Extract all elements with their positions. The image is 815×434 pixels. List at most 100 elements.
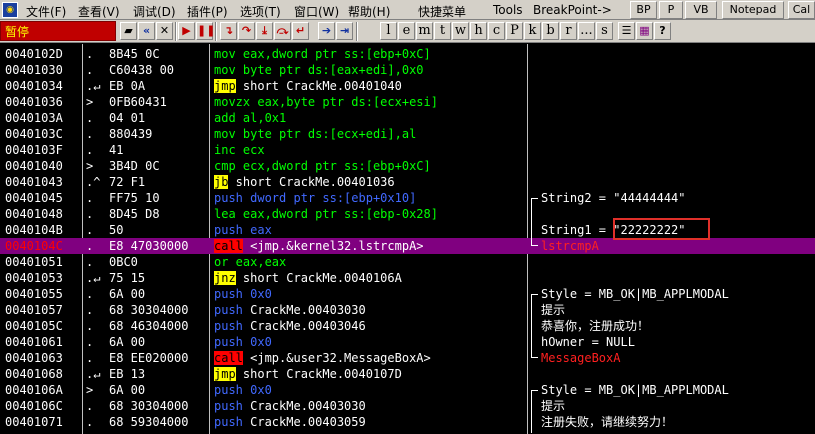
argument-bracket (531, 198, 538, 246)
plugin-button-vb[interactable]: VB (685, 1, 717, 19)
disassembly: call <jmp.&kernel32.lstrcmpA> (214, 238, 424, 254)
memory-map-button[interactable]: m (416, 22, 433, 40)
address: 00401055 (5, 287, 63, 301)
operands: byte ptr ds:[ecx+edi],al (235, 127, 417, 141)
comment: lstrcmpA (541, 239, 599, 253)
plugin-button-p[interactable]: P (659, 1, 683, 19)
run-icon[interactable]: ▶ (178, 22, 195, 40)
menu-file[interactable]: 文件(F) (26, 3, 66, 20)
address: 0040106C (5, 399, 63, 413)
mnemonic: inc (214, 143, 236, 157)
operands: eax,dword ptr ss:[ebp-0x28] (235, 207, 438, 221)
address: 00401030 (5, 63, 63, 77)
breakpoints-button[interactable]: b (542, 22, 559, 40)
help-icon[interactable]: ? (654, 22, 671, 40)
list-icon[interactable]: ☰ (618, 22, 635, 40)
operands: byte ptr ds:[eax+edi],0x0 (235, 63, 424, 77)
close-icon[interactable]: ✕ (156, 22, 173, 40)
comment: 恭喜你，注册成功！ (541, 319, 650, 333)
mnemonic: push (214, 399, 243, 413)
disassembly: push CrackMe.00403030 (214, 302, 366, 318)
hex-bytes: 6A 00 (109, 335, 146, 349)
disassembly: or eax,eax (214, 254, 286, 270)
menu-help[interactable]: 帮助(H) (348, 3, 390, 20)
windows-button[interactable]: w (452, 22, 469, 40)
log-window-button[interactable]: l (380, 22, 397, 40)
execute-till-return-icon[interactable]: ↵ (292, 22, 309, 40)
restart-icon[interactable]: « (138, 22, 155, 40)
instruction-row[interactable]: 00401030. C60438 00 mov byte ptr ds:[eax+e… (0, 62, 815, 78)
plugin-button-cal[interactable]: Cal (788, 1, 815, 19)
disassembly: push CrackMe.00403030 (214, 398, 366, 414)
handles-button[interactable]: h (470, 22, 487, 40)
instruction-row[interactable]: 00401043 .^ 72 F1 jb short CrackMe.00401036 (0, 174, 815, 190)
mnemonic: mov (214, 127, 236, 141)
hex-bytes: 75 15 (109, 271, 146, 285)
open-icon[interactable]: ▰ (120, 22, 137, 40)
menu-window[interactable]: 窗口(W) (294, 3, 339, 20)
step-over-icon[interactable]: ↷ (238, 22, 255, 40)
menu-breakpoint[interactable]: BreakPoint-> (533, 3, 612, 17)
menu-shortcut[interactable]: 快捷菜单 (418, 3, 466, 20)
grid-icon[interactable]: ▦ (636, 22, 653, 40)
operands: al,0x1 (235, 111, 287, 125)
mnemonic: add (214, 111, 236, 125)
threads-button[interactable]: t (434, 22, 451, 40)
address: 0040103A (5, 111, 63, 125)
disassembly: jnz short CrackMe.0040106A (214, 270, 402, 286)
app-icon[interactable]: ◉ (2, 2, 18, 18)
patches-button[interactable]: P (506, 22, 523, 40)
menu-tools[interactable]: Tools (493, 3, 523, 17)
address: 00401057 (5, 303, 63, 317)
run-trace-button[interactable]: ... (578, 22, 595, 40)
instruction-row[interactable]: 0040103A. 04 01 add al,0x1 (0, 110, 815, 126)
instruction-row[interactable]: 0040103F. 41 inc ecx (0, 142, 815, 158)
status-badge: 暂停 (0, 21, 116, 41)
disassembly: push CrackMe.00403059 (214, 414, 366, 430)
plugin-button-notepad[interactable]: Notepad (722, 1, 784, 19)
goto-icon[interactable]: ➔ (318, 22, 335, 40)
go-to-address-icon[interactable]: ⇥ (336, 22, 353, 40)
address: 00401053 (5, 271, 63, 285)
menu-view[interactable]: 查看(V) (78, 3, 120, 20)
instruction-row[interactable]: 00401068 .↵ EB 13 jmp short CrackMe.0040107… (0, 366, 815, 382)
executable-modules-button[interactable]: e (398, 22, 415, 40)
instruction-row[interactable]: 00401051. 0BC0 or eax,eax (0, 254, 815, 270)
toolbar-separator (215, 22, 217, 41)
comment: String2 = "44444444" (541, 191, 686, 205)
instruction-row[interactable]: 00401053 .↵ 75 15 jnz short CrackMe.0040106… (0, 270, 815, 286)
operands: CrackMe.00403046 (242, 319, 366, 333)
pause-icon[interactable]: ❚❚ (196, 22, 215, 40)
address: 0040106A (5, 383, 63, 397)
menu-debug[interactable]: 调试(D) (133, 3, 176, 20)
plugin-button-bp[interactable]: BP (630, 1, 657, 19)
instruction-row[interactable]: 0040103C. 880439 mov byte ptr ds:[ecx+edi]… (0, 126, 815, 142)
disassembly: jb short CrackMe.00401036 (214, 174, 395, 190)
mnemonic: push (214, 303, 243, 317)
instruction-row[interactable]: 00401034 .↵ EB 0A jmp short CrackMe.0040104… (0, 78, 815, 94)
toolbar: 暂停 ▰ « ✕ ▶ ❚❚ ↴ ↷ ⤓ ⤼ ↵ ➔ ⇥ l e m t w h … (0, 20, 815, 43)
disassembly: jmp short CrackMe.00401040 (214, 78, 402, 94)
instruction-row[interactable]: 0040102D. 8B45 0C mov eax,dword ptr ss:[eb… (0, 46, 815, 62)
hex-bytes: E8 EE020000 (109, 351, 189, 365)
operands: 0x0 (242, 383, 272, 397)
trace-into-icon[interactable]: ⤓ (256, 22, 273, 40)
mnemonic: cmp (214, 159, 236, 173)
references-button[interactable]: r (560, 22, 577, 40)
instruction-row[interactable]: 00401040 >3B4D 0C cmp ecx,dword ptr ss:[eb… (0, 158, 815, 174)
address: 0040103F (5, 143, 63, 157)
instruction-row[interactable]: 00401036 >0FB60431 movzx eax,byte ptr ds:[… (0, 94, 815, 110)
mnemonic: push (214, 415, 243, 429)
cpu-button[interactable]: c (488, 22, 505, 40)
address: 0040104C (5, 239, 63, 253)
hex-bytes: 68 59304000 (109, 415, 189, 429)
menu-plugins[interactable]: 插件(P) (187, 3, 228, 20)
comment: 提示 (541, 303, 566, 317)
source-button[interactable]: s (596, 22, 613, 40)
trace-over-icon[interactable]: ⤼ (274, 22, 291, 40)
mnemonic: lea (214, 207, 236, 221)
menu-options[interactable]: 选项(T) (240, 3, 281, 20)
step-into-icon[interactable]: ↴ (220, 22, 237, 40)
mnemonic: or (214, 255, 229, 269)
call-stack-button[interactable]: k (524, 22, 541, 40)
